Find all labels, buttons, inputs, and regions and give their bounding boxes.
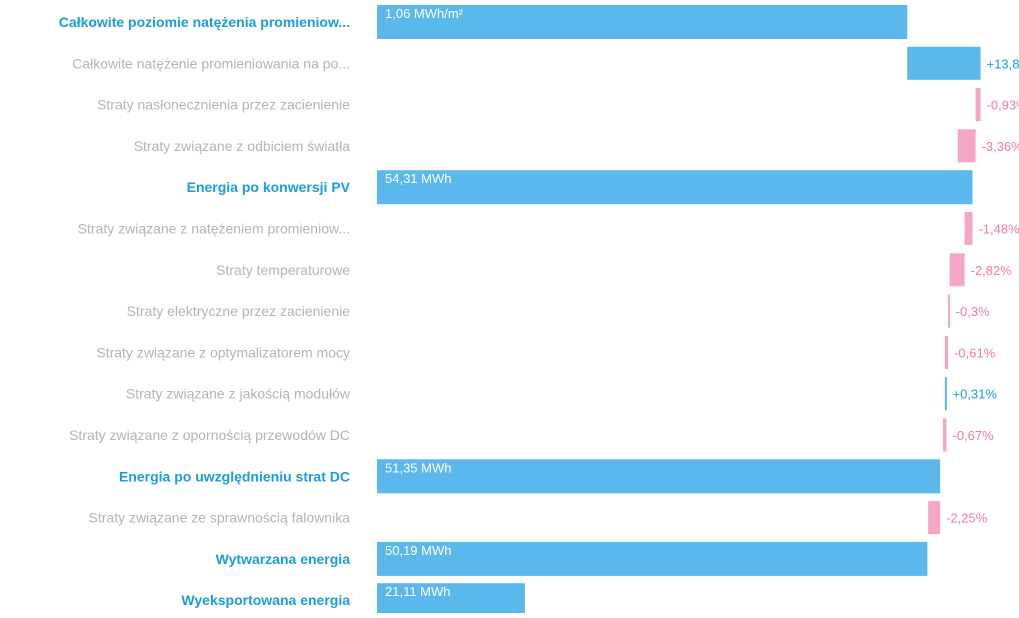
loss-value-label: -0,67% xyxy=(952,428,994,443)
loss-value-label: -2,25% xyxy=(946,511,988,526)
loss-value-label: -3,36% xyxy=(982,139,1019,154)
summary-row-label: Całkowite poziomie natężenia promieniow.… xyxy=(59,14,350,30)
gain-value-label: +13,82% xyxy=(987,56,1019,71)
summary-row-label: Wyeksportowana energia xyxy=(181,592,350,608)
loss-value-label: -0,3% xyxy=(956,304,990,319)
detail-row-label: Straty związane z natężeniem promieniow.… xyxy=(78,221,350,237)
gain-bar xyxy=(907,46,981,80)
detail-row-label: Straty związane z optymalizatorem mocy xyxy=(96,344,350,360)
loss-bar xyxy=(948,294,951,328)
detail-row-label: Straty nasłonecznienia przez zacienienie xyxy=(97,97,350,113)
loss-bar xyxy=(942,418,947,452)
total-bar-value-label: 50,19 MWh xyxy=(385,543,451,558)
summary-row-label: Wytwarzana energia xyxy=(216,551,351,567)
detail-row-label: Straty elektryczne przez zacienienie xyxy=(127,303,351,319)
chart-svg: Całkowite poziomie natężenia promieniow.… xyxy=(59,5,1019,618)
total-bar xyxy=(377,541,928,576)
loss-bar xyxy=(975,88,981,122)
total-bar-value-label: 54,31 MWh xyxy=(385,171,451,186)
total-bar-value-label: 1,06 MWh/m² xyxy=(385,6,464,21)
loss-value-label: -0,93% xyxy=(987,98,1019,113)
loss-bar xyxy=(949,253,965,287)
detail-row-label: Całkowite natężenie promieniowania na po… xyxy=(72,55,350,71)
summary-row-label: Energia po uwzględnieniu strat DC xyxy=(119,468,350,484)
waterfall-chart: Całkowite poziomie natężenia promieniow.… xyxy=(0,0,1019,618)
loss-bar xyxy=(944,335,949,369)
detail-row-label: Straty związane ze sprawnością falownika xyxy=(89,510,351,526)
total-bar-value-label: 21,11 MWh xyxy=(385,584,451,599)
loss-value-label: -1,48% xyxy=(978,222,1019,237)
loss-bar xyxy=(957,129,976,163)
loss-bar xyxy=(964,212,973,245)
loss-value-label: -0,61% xyxy=(954,345,996,360)
gain-value-label: +0,31% xyxy=(952,387,997,402)
detail-row-label: Straty związane z jakością modułów xyxy=(126,386,351,402)
detail-row-label: Straty temperaturowe xyxy=(216,262,350,278)
loss-bar xyxy=(928,501,941,535)
total-bar xyxy=(377,459,941,494)
summary-row-label: Energia po konwersji PV xyxy=(187,179,351,195)
total-bar-value-label: 51,35 MWh xyxy=(385,460,451,475)
gain-bar xyxy=(944,377,947,411)
loss-value-label: -2,82% xyxy=(971,263,1013,278)
detail-row-label: Straty związane z odbiciem światła xyxy=(134,138,351,154)
total-bar xyxy=(377,170,973,205)
detail-row-label: Straty związane z opornością przewodów D… xyxy=(69,427,350,443)
